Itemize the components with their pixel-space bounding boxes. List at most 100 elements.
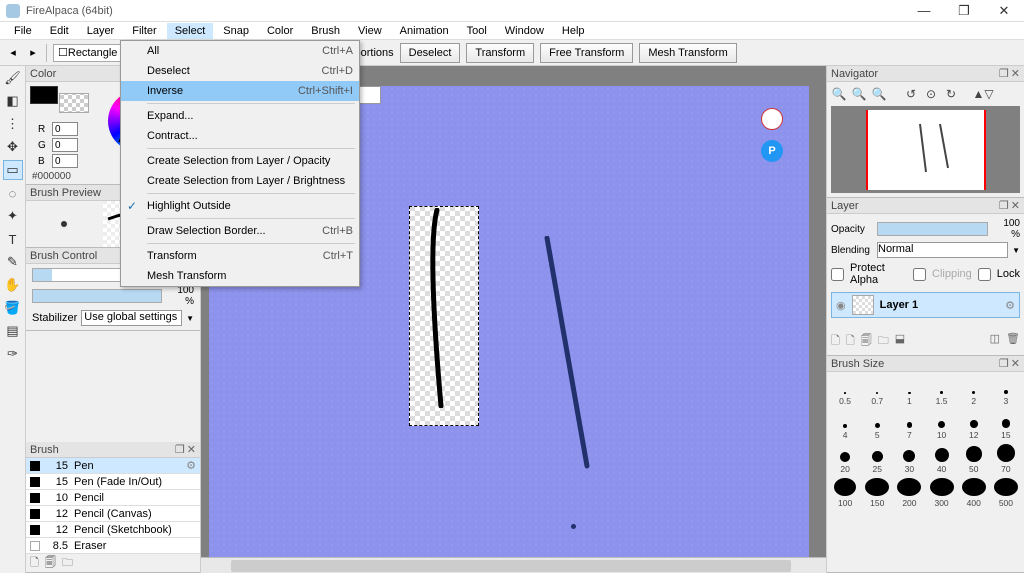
zoom-out-icon[interactable]: 🔍: [831, 86, 847, 102]
hand-tool[interactable]: ✋: [3, 275, 23, 295]
brush-size-1[interactable]: 1: [895, 376, 923, 406]
panel-close-icon[interactable]: ✕: [187, 443, 196, 456]
flip-icon[interactable]: ▲▽: [975, 86, 991, 102]
delete-layer-icon[interactable]: 🗑: [1006, 332, 1020, 351]
brush-size-5[interactable]: 5: [863, 410, 891, 440]
menu-item-transform[interactable]: TransformCtrl+T: [121, 246, 359, 266]
zoom-fit-icon[interactable]: 🔍: [871, 86, 887, 102]
folder-icon[interactable]: 🗀: [62, 554, 73, 573]
eyedrop-tool[interactable]: ✎: [3, 252, 23, 272]
transform-button[interactable]: Transform: [466, 43, 534, 63]
brush-row[interactable]: 12Pencil (Canvas): [26, 506, 200, 522]
brush-size-7[interactable]: 7: [895, 410, 923, 440]
menu-item-deselect[interactable]: DeselectCtrl+D: [121, 61, 359, 81]
panel-close-icon[interactable]: ✕: [1011, 199, 1020, 212]
brush-size-40[interactable]: 40: [927, 444, 955, 474]
menu-animation[interactable]: Animation: [392, 23, 457, 39]
brush-size-2[interactable]: 2: [960, 376, 988, 406]
pixiv-badge-icon[interactable]: P: [761, 140, 783, 162]
stabilizer-select[interactable]: Use global settings: [81, 310, 182, 326]
menu-color[interactable]: Color: [259, 23, 301, 39]
brush-size-0.5[interactable]: 0.5: [831, 376, 859, 406]
brush-row[interactable]: 10Pencil: [26, 490, 200, 506]
free-transform-button[interactable]: Free Transform: [540, 43, 633, 63]
brush-size-12[interactable]: 12: [960, 410, 988, 440]
clear-layer-icon[interactable]: ◫: [990, 332, 1000, 351]
brush-size-10[interactable]: 10: [927, 410, 955, 440]
duplicate-layer-icon[interactable]: 🗐: [861, 332, 872, 351]
brush-row[interactable]: 15Pen (Fade In/Out): [26, 474, 200, 490]
menu-item-expand-[interactable]: Expand...: [121, 106, 359, 126]
panel-undock-icon[interactable]: ❐: [175, 443, 185, 456]
wand-tool[interactable]: ✦: [3, 206, 23, 226]
new-layer-icon[interactable]: 🗋: [831, 332, 840, 351]
brush-size-400[interactable]: 400: [960, 478, 988, 508]
select-rect-tool[interactable]: ▭: [3, 160, 23, 180]
minimize-button[interactable]: —: [904, 0, 944, 22]
gear-icon[interactable]: ⚙: [1005, 299, 1015, 312]
brush-size-70[interactable]: 70: [992, 444, 1020, 474]
duplicate-brush-icon[interactable]: 🗐: [45, 554, 56, 573]
navigator-canvas[interactable]: [831, 106, 1020, 193]
menu-item-create-selection-from-layer-opacity[interactable]: Create Selection from Layer / Opacity: [121, 151, 359, 171]
brush-size-0.7[interactable]: 0.7: [863, 376, 891, 406]
brush-size-100[interactable]: 100: [831, 478, 859, 508]
menu-view[interactable]: View: [350, 23, 390, 39]
panel-undock-icon[interactable]: ❐: [999, 357, 1009, 370]
panel-undock-icon[interactable]: ❐: [999, 199, 1009, 212]
panel-close-icon[interactable]: ✕: [1011, 67, 1020, 80]
rotate-ccw-icon[interactable]: ↺: [903, 86, 919, 102]
mesh-transform-button[interactable]: Mesh Transform: [639, 43, 736, 63]
brush-row[interactable]: 8.5Eraser: [26, 538, 200, 554]
rotate-reset-icon[interactable]: ⊙: [923, 86, 939, 102]
deselect-button[interactable]: Deselect: [400, 43, 461, 63]
nav-fwd-icon[interactable]: ▸: [26, 46, 40, 60]
foreground-swatch[interactable]: [30, 86, 58, 104]
brush-row[interactable]: 15Pen⚙: [26, 458, 200, 474]
rotate-cw-icon[interactable]: ↻: [943, 86, 959, 102]
lock-check[interactable]: [978, 268, 991, 281]
brush-size-150[interactable]: 150: [863, 478, 891, 508]
menu-item-draw-selection-border-[interactable]: Draw Selection Border...Ctrl+B: [121, 221, 359, 241]
menu-file[interactable]: File: [6, 23, 40, 39]
blending-select[interactable]: Normal: [877, 242, 1008, 258]
menu-snap[interactable]: Snap: [215, 23, 257, 39]
select-pen-tool[interactable]: ✑: [3, 344, 23, 364]
gradient-tool[interactable]: ▤: [3, 321, 23, 341]
text-tool[interactable]: T: [3, 229, 23, 249]
brush-size-300[interactable]: 300: [927, 478, 955, 508]
nav-back-icon[interactable]: ◂: [6, 46, 20, 60]
menu-help[interactable]: Help: [554, 23, 593, 39]
brush-opacity-slider[interactable]: [32, 289, 162, 303]
layer-item[interactable]: ◉ Layer 1 ⚙: [831, 292, 1020, 318]
menu-edit[interactable]: Edit: [42, 23, 77, 39]
menu-item-contract-[interactable]: Contract...: [121, 126, 359, 146]
menu-item-all[interactable]: AllCtrl+A: [121, 41, 359, 61]
r-input[interactable]: [52, 122, 78, 136]
horizontal-scrollbar[interactable]: [201, 557, 826, 573]
new-layer2-icon[interactable]: 🗋: [846, 332, 855, 351]
brush-tool[interactable]: 🖌: [3, 68, 23, 88]
shape-combo[interactable]: ☐ Rectangle: [53, 44, 122, 62]
brush-size-3[interactable]: 3: [992, 376, 1020, 406]
folder-layer-icon[interactable]: 🗀: [878, 332, 889, 351]
panel-close-icon[interactable]: ✕: [1011, 357, 1020, 370]
new-brush-icon[interactable]: 🗋: [30, 554, 39, 573]
brush-size-1.5[interactable]: 1.5: [927, 376, 955, 406]
move-tool[interactable]: ✥: [3, 137, 23, 157]
menu-item-highlight-outside[interactable]: ✓Highlight Outside: [121, 196, 359, 216]
zoom-in-icon[interactable]: 🔍: [851, 86, 867, 102]
layer-visible-icon[interactable]: ◉: [836, 299, 846, 312]
eraser-tool[interactable]: ◧: [3, 91, 23, 111]
brush-row[interactable]: 12Pencil (Sketchbook): [26, 522, 200, 538]
opacity-slider[interactable]: [877, 222, 988, 236]
brush-size-25[interactable]: 25: [863, 444, 891, 474]
brush-size-500[interactable]: 500: [992, 478, 1020, 508]
menu-layer[interactable]: Layer: [79, 23, 123, 39]
brush-size-50[interactable]: 50: [960, 444, 988, 474]
g-input[interactable]: [52, 138, 78, 152]
brush-size-15[interactable]: 15: [992, 410, 1020, 440]
menu-select[interactable]: Select: [167, 23, 214, 39]
bucket-tool[interactable]: 🪣: [3, 298, 23, 318]
b-input[interactable]: [52, 154, 78, 168]
